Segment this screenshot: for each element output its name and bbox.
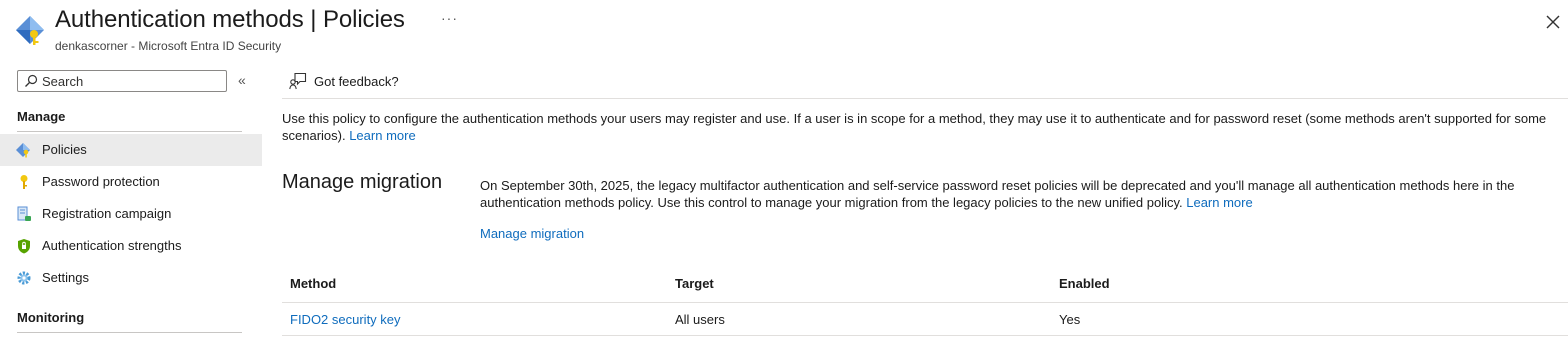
command-bar-divider [282, 98, 1568, 99]
monitoring-section-header: Monitoring [17, 310, 85, 325]
feedback-label: Got feedback? [314, 74, 399, 89]
migration-section-title: Manage migration [282, 171, 443, 193]
page-subtitle: denkascorner - Microsoft Entra ID Securi… [55, 39, 282, 53]
page-title-separator: | [310, 6, 317, 33]
sidebar-item-authentication-strengths[interactable]: Authentication strengths [0, 230, 262, 262]
sidebar-item-label: Policies [42, 142, 87, 157]
auth-methods-app-icon [16, 16, 44, 45]
intro-description: Use this policy to configure the authent… [282, 110, 1552, 144]
migration-description: On September 30th, 2025, the legacy mult… [480, 177, 1550, 211]
page-title-section: Policies [322, 6, 405, 33]
sidebar-item-label: Password protection [42, 174, 160, 189]
monitoring-section-divider [17, 332, 242, 333]
feedback-icon [289, 72, 307, 90]
search-icon [25, 74, 38, 87]
page-title-main: Authentication methods [55, 6, 304, 33]
sidebar-search[interactable] [17, 70, 227, 92]
gear-icon [17, 271, 31, 285]
sidebar-item-label: Authentication strengths [42, 238, 182, 253]
migration-learn-more-link[interactable]: Learn more [1186, 195, 1252, 210]
registration-icon [17, 206, 31, 221]
enabled-cell: Yes [1059, 312, 1081, 327]
sidebar-item-label: Registration campaign [42, 206, 172, 221]
column-header-method[interactable]: Method [290, 276, 336, 291]
sidebar-item-label: Settings [42, 270, 89, 285]
column-header-target[interactable]: Target [675, 276, 714, 291]
intro-text: Use this policy to configure the authent… [282, 111, 1547, 143]
table-row: FIDO2 security key All users Yes [282, 303, 1568, 335]
target-cell: All users [675, 312, 725, 327]
manage-migration-link[interactable]: Manage migration [480, 226, 584, 241]
method-link[interactable]: FIDO2 security key [290, 312, 401, 327]
search-input[interactable] [42, 72, 222, 90]
manage-section-divider [17, 131, 242, 132]
table-row-divider [282, 335, 1568, 336]
more-actions-button[interactable]: ··· [441, 10, 458, 26]
close-icon[interactable] [1543, 12, 1563, 32]
intro-learn-more-link[interactable]: Learn more [349, 128, 415, 143]
migration-text: On September 30th, 2025, the legacy mult… [480, 178, 1515, 210]
sidebar-item-registration-campaign[interactable]: Registration campaign [0, 198, 262, 230]
page-title: Authentication methods | Policies [55, 6, 405, 34]
shield-icon [18, 239, 30, 254]
auth-methods-icon [16, 143, 30, 158]
manage-section-header: Manage [17, 109, 66, 124]
collapse-sidebar-button[interactable]: « [238, 72, 246, 88]
sidebar-item-password-protection[interactable]: Password protection [0, 166, 262, 198]
column-header-enabled[interactable]: Enabled [1059, 276, 1110, 291]
key-icon [20, 175, 28, 189]
sidebar-item-policies[interactable]: Policies [0, 134, 262, 166]
sidebar-item-settings[interactable]: Settings [0, 262, 262, 294]
